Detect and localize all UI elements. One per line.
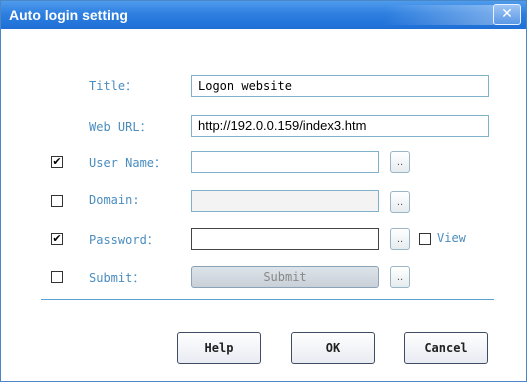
view-checkbox[interactable] bbox=[419, 233, 431, 245]
user-name-label: User Name： bbox=[89, 156, 167, 170]
domain-checkbox[interactable] bbox=[51, 195, 63, 207]
user-name-browse-button[interactable]: .. bbox=[390, 151, 410, 173]
submit-browse-button[interactable]: .. bbox=[390, 266, 410, 288]
user-name-field[interactable] bbox=[191, 151, 379, 173]
divider bbox=[41, 299, 494, 300]
auto-login-dialog: Auto login setting ✕ Title： Logon websit… bbox=[0, 0, 527, 382]
domain-browse-button[interactable]: .. bbox=[390, 191, 410, 213]
password-label: Password： bbox=[89, 233, 159, 247]
title-bar[interactable]: Auto login setting ✕ bbox=[1, 1, 526, 29]
web-url-label: Web URL： bbox=[89, 120, 152, 134]
ok-button[interactable]: OK bbox=[291, 332, 375, 364]
domain-label: Domain: bbox=[89, 193, 140, 207]
password-field[interactable] bbox=[191, 228, 379, 250]
submit-label: Submit： bbox=[89, 271, 145, 285]
password-browse-button[interactable]: .. bbox=[390, 228, 410, 250]
web-url-field[interactable]: http://192.0.0.159/index3.htm bbox=[191, 115, 489, 137]
domain-field[interactable] bbox=[191, 190, 379, 212]
close-button[interactable]: ✕ bbox=[493, 4, 521, 25]
window-title: Auto login setting bbox=[9, 7, 128, 23]
title-bar-decoration bbox=[385, 5, 495, 25]
submit-button[interactable]: Submit bbox=[191, 266, 379, 288]
title-label: Title： bbox=[89, 79, 138, 93]
user-name-checkbox[interactable]: ✔ bbox=[51, 156, 63, 168]
submit-checkbox[interactable] bbox=[51, 271, 63, 283]
help-button[interactable]: Help bbox=[177, 332, 261, 364]
title-field[interactable]: Logon website bbox=[191, 75, 489, 97]
password-checkbox[interactable]: ✔ bbox=[51, 233, 63, 245]
cancel-button[interactable]: Cancel bbox=[404, 332, 488, 364]
view-label: View bbox=[437, 231, 466, 245]
